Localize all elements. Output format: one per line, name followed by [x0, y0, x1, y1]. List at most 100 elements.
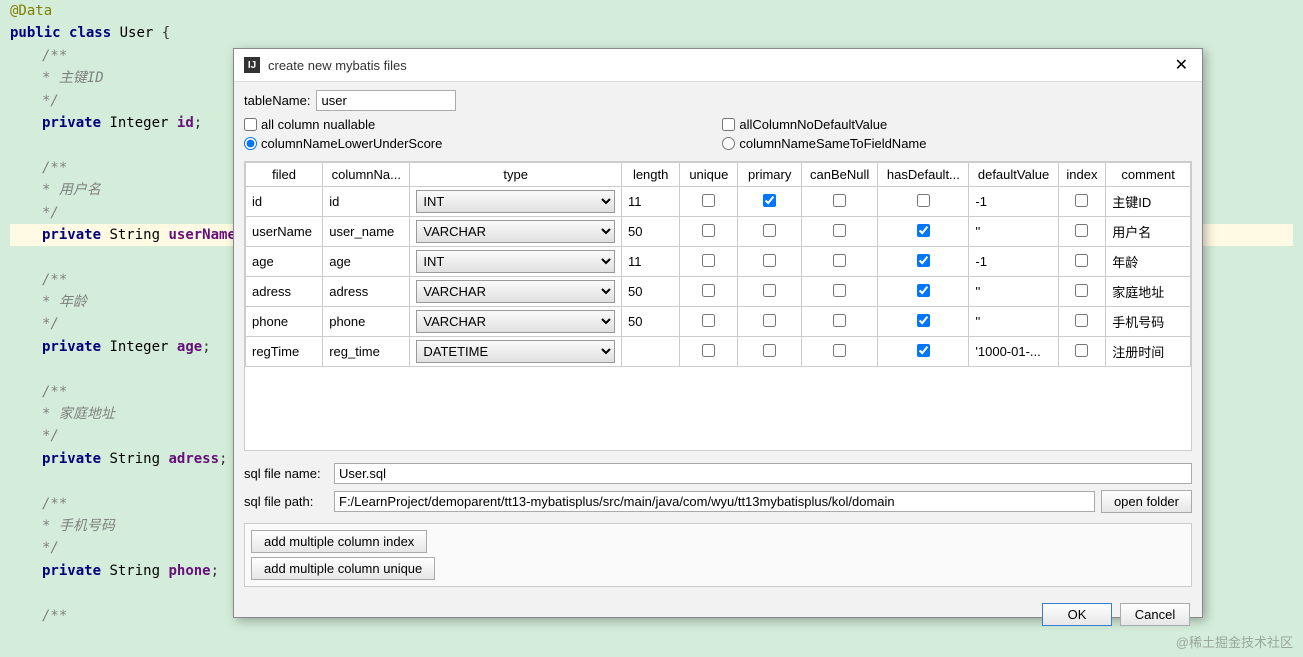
cell-column: adress [323, 277, 410, 307]
cell-checkbox[interactable] [833, 224, 846, 237]
cell-comment: 用户名 [1106, 217, 1191, 247]
index-box: add multiple column index add multiple c… [244, 523, 1192, 587]
tablename-label: tableName: [244, 93, 310, 108]
cell-length: 11 [622, 187, 680, 217]
table-row[interactable]: regTime reg_time DATETIME '1000-01-... 注… [246, 337, 1191, 367]
type-select[interactable]: VARCHAR [416, 220, 615, 243]
col-header[interactable]: columnNa... [323, 163, 410, 187]
all-nullable-checkbox[interactable] [244, 118, 257, 131]
cell-checkbox[interactable] [763, 344, 776, 357]
cell-type: INT [410, 247, 622, 277]
cell-checkbox[interactable] [702, 344, 715, 357]
same-field-label: columnNameSameToFieldName [739, 136, 926, 151]
columns-table: filedcolumnNa...typelengthuniqueprimaryc… [244, 161, 1192, 451]
col-header[interactable]: type [410, 163, 622, 187]
cell-checkbox[interactable] [917, 284, 930, 297]
cell-default: -1 [969, 247, 1058, 277]
same-field-radio[interactable] [722, 137, 735, 150]
cell-checkbox[interactable] [833, 314, 846, 327]
lower-under-label: columnNameLowerUnderScore [261, 136, 442, 151]
cell-checkbox[interactable] [763, 224, 776, 237]
col-header[interactable]: filed [246, 163, 323, 187]
cell-checkbox[interactable] [917, 344, 930, 357]
col-header[interactable]: unique [680, 163, 738, 187]
cell-checkbox[interactable] [702, 224, 715, 237]
cell-checkbox[interactable] [833, 194, 846, 207]
type-select[interactable]: VARCHAR [416, 280, 615, 303]
lower-under-radio[interactable] [244, 137, 257, 150]
table-row[interactable]: id id INT 11 -1 主键ID [246, 187, 1191, 217]
cell-checkbox[interactable] [917, 254, 930, 267]
cell-checkbox[interactable] [702, 194, 715, 207]
cancel-button[interactable]: Cancel [1120, 603, 1190, 626]
ok-button[interactable]: OK [1042, 603, 1112, 626]
cell-type: DATETIME [410, 337, 622, 367]
col-header[interactable]: index [1058, 163, 1106, 187]
cell-length: 50 [622, 277, 680, 307]
cell-checkbox[interactable] [1075, 344, 1088, 357]
type-select[interactable]: INT [416, 190, 615, 213]
cell-comment: 年龄 [1106, 247, 1191, 277]
open-folder-button[interactable]: open folder [1101, 490, 1192, 513]
cell-checkbox[interactable] [763, 284, 776, 297]
app-icon: IJ [244, 57, 260, 73]
add-index-button[interactable]: add multiple column index [251, 530, 427, 553]
cell-length: 50 [622, 217, 680, 247]
col-header[interactable]: primary [738, 163, 801, 187]
cell-checkbox[interactable] [1075, 254, 1088, 267]
add-unique-button[interactable]: add multiple column unique [251, 557, 435, 580]
sqlfilename-input[interactable] [334, 463, 1192, 484]
cell-comment: 注册时间 [1106, 337, 1191, 367]
cell-checkbox[interactable] [833, 284, 846, 297]
cell-checkbox[interactable] [702, 254, 715, 267]
cell-checkbox[interactable] [763, 194, 776, 207]
cell-checkbox[interactable] [917, 224, 930, 237]
cell-field: adress [246, 277, 323, 307]
table-row[interactable]: age age INT 11 -1 年龄 [246, 247, 1191, 277]
col-header[interactable]: comment [1106, 163, 1191, 187]
cell-length: 11 [622, 247, 680, 277]
type-select[interactable]: INT [416, 250, 615, 273]
table-row[interactable]: userName user_name VARCHAR 50 '' 用户名 [246, 217, 1191, 247]
tablename-input[interactable] [316, 90, 456, 111]
cell-length [622, 337, 680, 367]
cell-column: user_name [323, 217, 410, 247]
cell-field: id [246, 187, 323, 217]
sqlfilepath-label: sql file path: [244, 494, 328, 509]
cell-type: INT [410, 187, 622, 217]
cell-checkbox[interactable] [702, 314, 715, 327]
cell-comment: 主键ID [1106, 187, 1191, 217]
cell-default: '' [969, 277, 1058, 307]
no-default-label: allColumnNoDefaultValue [739, 117, 887, 132]
cell-length: 50 [622, 307, 680, 337]
cell-checkbox[interactable] [763, 254, 776, 267]
type-select[interactable]: DATETIME [416, 340, 615, 363]
close-icon[interactable]: ✕ [1171, 55, 1192, 75]
cell-checkbox[interactable] [917, 314, 930, 327]
cell-checkbox[interactable] [1075, 284, 1088, 297]
cell-checkbox[interactable] [833, 254, 846, 267]
col-header[interactable]: length [622, 163, 680, 187]
annotation: @Data [10, 3, 52, 19]
col-header[interactable]: canBeNull [801, 163, 877, 187]
cell-checkbox[interactable] [1075, 314, 1088, 327]
type-select[interactable]: VARCHAR [416, 310, 615, 333]
table-row[interactable]: phone phone VARCHAR 50 '' 手机号码 [246, 307, 1191, 337]
cell-field: phone [246, 307, 323, 337]
cell-checkbox[interactable] [702, 284, 715, 297]
titlebar: IJ create new mybatis files ✕ [234, 49, 1202, 82]
cell-type: VARCHAR [410, 307, 622, 337]
cell-checkbox[interactable] [833, 344, 846, 357]
cell-type: VARCHAR [410, 217, 622, 247]
col-header[interactable]: defaultValue [969, 163, 1058, 187]
col-header[interactable]: hasDefault... [878, 163, 969, 187]
cell-default: '1000-01-... [969, 337, 1058, 367]
cell-checkbox[interactable] [917, 194, 930, 207]
table-row[interactable]: adress adress VARCHAR 50 '' 家庭地址 [246, 277, 1191, 307]
cell-checkbox[interactable] [763, 314, 776, 327]
sqlfilepath-input[interactable] [334, 491, 1095, 512]
cell-column: age [323, 247, 410, 277]
no-default-checkbox[interactable] [722, 118, 735, 131]
cell-checkbox[interactable] [1075, 224, 1088, 237]
cell-checkbox[interactable] [1075, 194, 1088, 207]
